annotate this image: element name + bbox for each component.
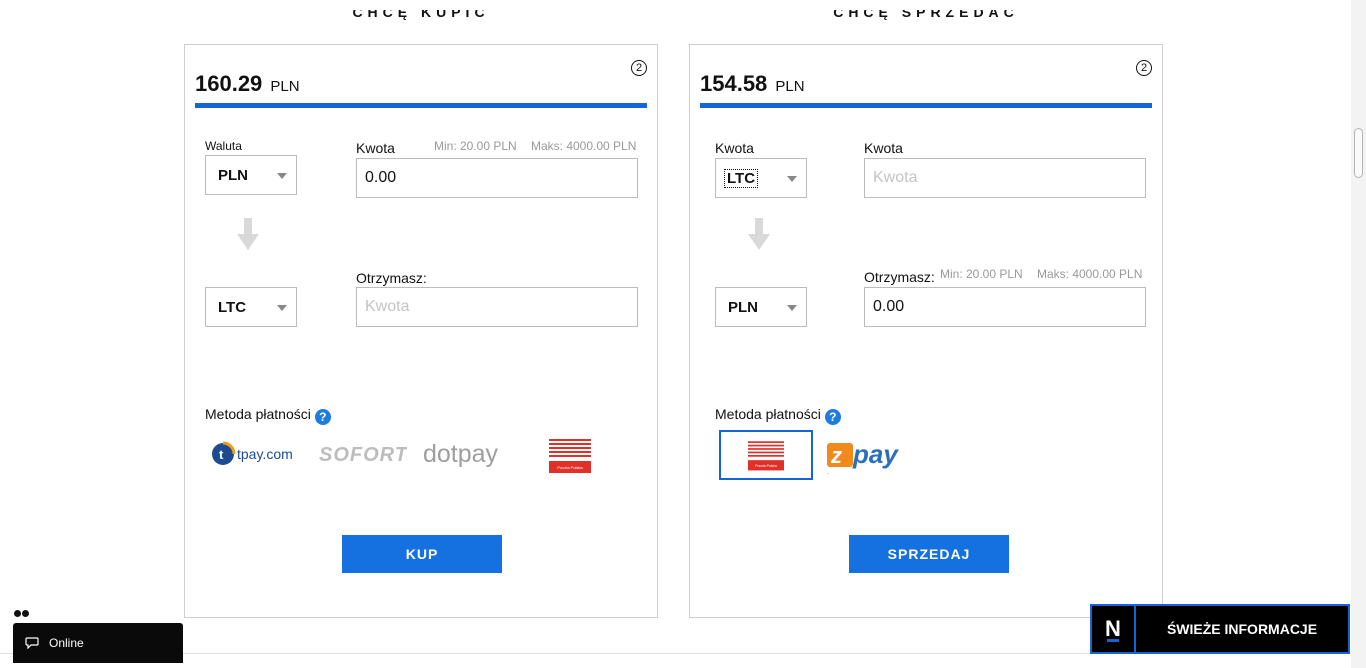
- sell-heading: CHCĘ SPRZEDAĆ: [833, 4, 1019, 20]
- buy-panel: 160.29 PLN 2 Waluta PLN Kwota Min: 20.00…: [184, 44, 658, 618]
- arrow-down-icon: [237, 218, 259, 250]
- news-widget[interactable]: N ŚWIEŻE INFORMACJE: [1090, 604, 1350, 654]
- sell-payment-label-text: Metoda płatności: [715, 406, 821, 422]
- sell-receive-label: Otrzymasz:: [864, 269, 935, 285]
- svg-text:pay: pay: [852, 439, 899, 469]
- buy-amount-input[interactable]: [356, 158, 638, 198]
- news-label: ŚWIEŻE INFORMACJE: [1136, 604, 1350, 654]
- buy-rate-bar: [195, 103, 647, 108]
- news-logo: N: [1090, 604, 1136, 654]
- sell-rate: 154.58 PLN: [700, 71, 805, 97]
- payment-dotpay[interactable]: dotpay: [421, 437, 511, 471]
- buy-currency-label: Waluta: [205, 139, 242, 153]
- help-icon[interactable]: ?: [314, 409, 331, 425]
- buy-min-hint: Min: 20.00 PLN: [434, 139, 517, 153]
- chat-dots-icon: [14, 610, 29, 617]
- tpay-logo-icon: t tpay.com: [212, 441, 293, 465]
- buy-currency-select[interactable]: PLN: [205, 155, 297, 195]
- chevron-down-icon: [277, 305, 287, 311]
- scrollbar-thumb[interactable]: [1354, 128, 1363, 178]
- poczta-polska-logo-text: Poczta Polska: [755, 464, 777, 468]
- payment-poczta-polska[interactable]: Poczta Polska: [549, 437, 591, 473]
- buy-receive-input[interactable]: [356, 287, 638, 327]
- dotpay-logo-icon: dotpay: [423, 440, 499, 468]
- sofort-logo-text: SOFORT: [319, 444, 407, 466]
- page-scrollbar[interactable]: [1351, 0, 1366, 668]
- sell-target-select[interactable]: PLN: [715, 287, 807, 327]
- sell-rate-currency: PLN: [775, 78, 805, 95]
- payment-poczta-polska-selected[interactable]: Poczta Polska: [719, 430, 813, 480]
- poczta-polska-logo-text: Poczta Polska: [557, 465, 583, 470]
- sell-currency-label: Kwota: [715, 140, 754, 156]
- tpay-logo-text: tpay.com: [237, 446, 293, 462]
- zpay-logo-icon: z pay zpay: [827, 439, 899, 475]
- help-icon[interactable]: ?: [824, 409, 841, 425]
- sell-amount-label: Kwota: [864, 140, 903, 156]
- buy-amount-label: Kwota: [356, 140, 395, 156]
- buy-target-select[interactable]: LTC: [205, 287, 297, 327]
- sell-max-hint: Maks: 4000.00 PLN: [1037, 267, 1143, 281]
- poczta-polska-logo-icon: Poczta Polska: [748, 439, 784, 471]
- svg-text:t: t: [219, 447, 224, 462]
- chevron-down-icon: [277, 173, 287, 179]
- dotpay-logo-text: dotpay: [423, 440, 499, 468]
- buy-payment-label-text: Metoda płatności: [205, 406, 311, 422]
- buy-step-badge: 2: [631, 60, 647, 76]
- sell-panel: 154.58 PLN 2 Kwota LTC Kwota PLN Otrzyma…: [689, 44, 1163, 618]
- sell-currency-select[interactable]: LTC: [715, 158, 807, 198]
- buy-heading: CHCĘ KUPIĆ: [352, 4, 490, 20]
- chat-bubble-icon: [25, 637, 39, 649]
- poczta-polska-logo-icon: Poczta Polska: [549, 437, 591, 473]
- sell-amount-input[interactable]: [864, 158, 1146, 198]
- buy-rate-currency: PLN: [270, 78, 300, 95]
- buy-rate: 160.29 PLN: [195, 71, 300, 97]
- payment-sofort[interactable]: SOFORT: [317, 439, 407, 469]
- payment-zpay[interactable]: z pay zpay: [825, 435, 915, 475]
- chat-status-text: Online: [49, 636, 84, 650]
- sell-step-badge: 2: [1136, 60, 1152, 76]
- buy-currency-value: PLN: [218, 166, 248, 184]
- sell-rate-bar: [700, 103, 1152, 108]
- arrow-down-icon: [748, 218, 770, 250]
- chevron-down-icon: [787, 176, 797, 182]
- buy-max-hint: Maks: 4000.00 PLN: [531, 139, 637, 153]
- sell-min-hint: Min: 20.00 PLN: [940, 267, 1023, 281]
- sell-target-value: PLN: [728, 298, 758, 316]
- buy-target-value: LTC: [218, 298, 247, 316]
- buy-payment-label: Metoda płatności?: [205, 406, 331, 425]
- payment-tpay[interactable]: t tpay.com: [209, 437, 309, 471]
- chat-online-widget[interactable]: Online: [13, 623, 183, 663]
- sofort-logo-icon: SOFORT: [319, 444, 407, 466]
- sell-rate-value: 154.58: [700, 71, 768, 96]
- chevron-down-icon: [787, 305, 797, 311]
- zpay-logo-text: zpay: [827, 473, 830, 475]
- svg-text:z: z: [830, 443, 842, 468]
- buy-button[interactable]: KUP: [342, 535, 502, 573]
- buy-rate-value: 160.29: [195, 71, 263, 96]
- sell-currency-value: LTC: [723, 168, 759, 188]
- sell-button[interactable]: SPRZEDAJ: [849, 535, 1009, 573]
- sell-receive-input[interactable]: [864, 287, 1146, 327]
- buy-receive-label: Otrzymasz:: [356, 270, 427, 286]
- sell-payment-label: Metoda płatności?: [715, 406, 841, 425]
